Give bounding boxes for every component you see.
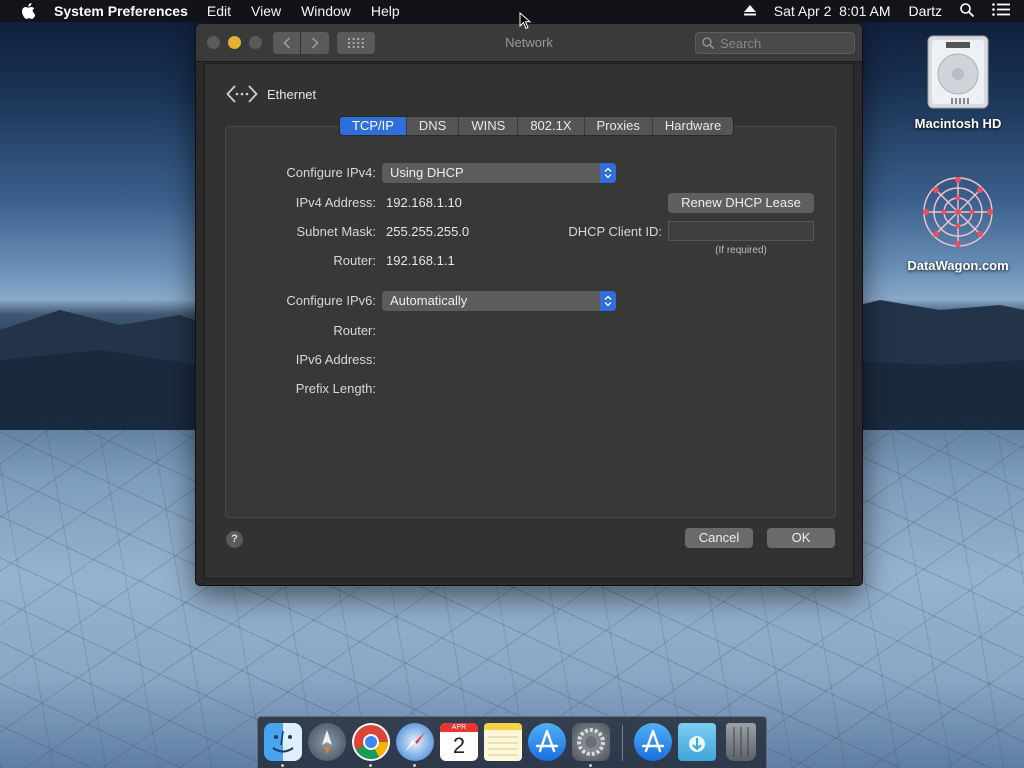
configure-ipv4-value: Using DHCP [390, 165, 464, 180]
system-preferences-icon[interactable] [572, 723, 610, 761]
menu-clock[interactable]: Sat Apr 2 8:01 AM [774, 3, 891, 19]
ipv4-address-label: IPv4 Address: [295, 195, 376, 210]
settings-tabs: TCP/IP DNS WINS 802.1X Proxies Hardware [339, 116, 735, 136]
mouse-cursor-icon [519, 12, 531, 30]
subnet-mask-value: 255.255.255.0 [386, 224, 470, 239]
downloads-folder-icon[interactable] [678, 723, 716, 761]
notes-icon[interactable] [484, 723, 522, 761]
ethernet-icon [226, 84, 258, 104]
apple-menu-icon[interactable] [20, 3, 36, 19]
popup-stepper-icon [600, 163, 616, 183]
eject-icon[interactable] [743, 3, 756, 19]
router-label: Router: [333, 253, 376, 268]
running-indicator [413, 764, 416, 767]
renew-dhcp-lease-button[interactable]: Renew DHCP Lease [668, 193, 814, 213]
spotlight-search-icon[interactable] [960, 2, 975, 20]
ipv6-router-label: Router: [333, 323, 376, 338]
desktop-icon-label: Macintosh HD [914, 116, 1002, 131]
tab-dns[interactable]: DNS [407, 117, 460, 135]
running-indicator [281, 764, 284, 767]
ipv6-address-label: IPv6 Address: [295, 352, 376, 367]
app-store-downloads-icon[interactable] [634, 723, 672, 761]
configure-ipv6-value: Automatically [390, 293, 468, 308]
desktop-icon-macintosh-hd[interactable]: Macintosh HD [903, 34, 1013, 131]
menu-help[interactable]: Help [371, 3, 400, 19]
tab-802-1x[interactable]: 802.1X [518, 117, 585, 135]
dock: APR 2 [257, 716, 767, 768]
help-button[interactable]: ? [226, 531, 243, 548]
ipv4-address-value: 192.168.1.10 [386, 195, 462, 210]
running-indicator [589, 764, 592, 767]
router-value: 192.168.1.1 [386, 253, 455, 268]
menu-app-name[interactable]: System Preferences [54, 3, 188, 19]
configure-ipv6-popup[interactable]: Automatically [382, 291, 616, 311]
configure-ipv6-label: Configure IPv6: [286, 293, 376, 308]
tcp-ip-panel: Configure IPv4: Using DHCP IPv4 Address:… [225, 126, 836, 518]
notification-center-icon[interactable] [992, 3, 1010, 19]
search-field[interactable]: Search [695, 32, 855, 54]
dhcp-client-id-field[interactable] [668, 221, 814, 241]
interface-name: Ethernet [267, 86, 317, 102]
calendar-icon[interactable]: APR 2 [440, 723, 478, 761]
tab-hardware[interactable]: Hardware [653, 117, 733, 135]
chrome-icon[interactable] [352, 723, 390, 761]
trash-icon[interactable] [726, 723, 756, 761]
calendar-day: 2 [452, 733, 466, 758]
tab-wins[interactable]: WINS [459, 117, 519, 135]
subnet-mask-label: Subnet Mask: [296, 224, 377, 239]
interface-header: Ethernet [226, 84, 316, 104]
finder-icon[interactable] [264, 723, 302, 761]
search-placeholder: Search [720, 35, 762, 51]
dock-separator [622, 725, 623, 761]
menu-view[interactable]: View [251, 3, 281, 19]
hard-drive-icon [922, 34, 994, 110]
datawagon-logo-icon [918, 172, 998, 252]
network-preferences-window: Network Search Ethernet TCP/IP DNS WINS … [195, 23, 863, 586]
menu-user-name[interactable]: Dartz [909, 3, 942, 19]
calendar-month: APR [440, 723, 478, 732]
dhcp-client-id-label: DHCP Client ID: [568, 224, 662, 239]
network-content: Ethernet TCP/IP DNS WINS 802.1X Proxies … [204, 63, 854, 579]
popup-stepper-icon [600, 291, 616, 311]
search-icon [702, 37, 714, 49]
menu-bar: System Preferences Edit View Window Help… [0, 0, 1024, 22]
app-store-icon[interactable] [528, 723, 566, 761]
tab-proxies[interactable]: Proxies [585, 117, 653, 135]
cancel-button[interactable]: Cancel [685, 528, 753, 548]
tab-tcp-ip[interactable]: TCP/IP [340, 117, 407, 135]
configure-ipv4-label: Configure IPv4: [286, 165, 376, 180]
running-indicator [369, 764, 372, 767]
configure-ipv4-popup[interactable]: Using DHCP [382, 163, 616, 183]
dhcp-client-id-hint: (If required) [715, 245, 767, 256]
desktop-icon-datawagon[interactable]: DataWagon.com [903, 172, 1013, 273]
launchpad-icon[interactable] [308, 723, 346, 761]
desktop-icon-label: DataWagon.com [907, 258, 1009, 273]
menu-window[interactable]: Window [301, 3, 351, 19]
menu-edit[interactable]: Edit [207, 3, 231, 19]
ok-button[interactable]: OK [767, 528, 835, 548]
prefix-length-label: Prefix Length: [295, 381, 376, 396]
safari-icon[interactable] [396, 723, 434, 761]
